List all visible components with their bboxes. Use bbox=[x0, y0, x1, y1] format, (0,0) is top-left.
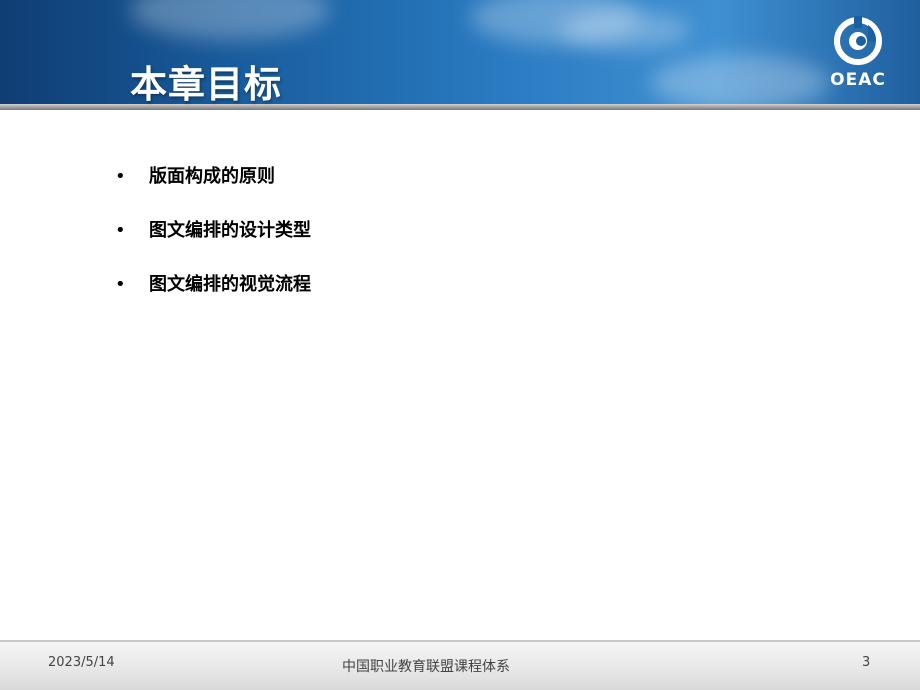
bullet-icon: • bbox=[115, 220, 126, 241]
bullet-text: 图文编排的视觉流程 bbox=[149, 274, 311, 295]
bullet-icon: • bbox=[115, 166, 126, 187]
cloud-decoration bbox=[130, 0, 330, 40]
footer-divider bbox=[0, 640, 920, 642]
bullet-text: 版面构成的原则 bbox=[149, 166, 275, 187]
bullet-text: 图文编排的设计类型 bbox=[149, 220, 311, 241]
oeac-logo: OEAC bbox=[826, 14, 890, 94]
page-number: 3 bbox=[862, 655, 871, 670]
cloud-decoration bbox=[650, 55, 830, 104]
footer-center-text: 中国职业教育联盟课程体系 bbox=[342, 659, 510, 675]
footer-date: 2023/5/14 bbox=[48, 655, 115, 670]
bullet-icon: • bbox=[115, 274, 126, 295]
logo-text: OEAC bbox=[830, 70, 886, 90]
cloud-decoration bbox=[560, 10, 690, 50]
oeac-logo-icon bbox=[834, 16, 882, 65]
slide-title: 本章目标 bbox=[130, 63, 282, 106]
